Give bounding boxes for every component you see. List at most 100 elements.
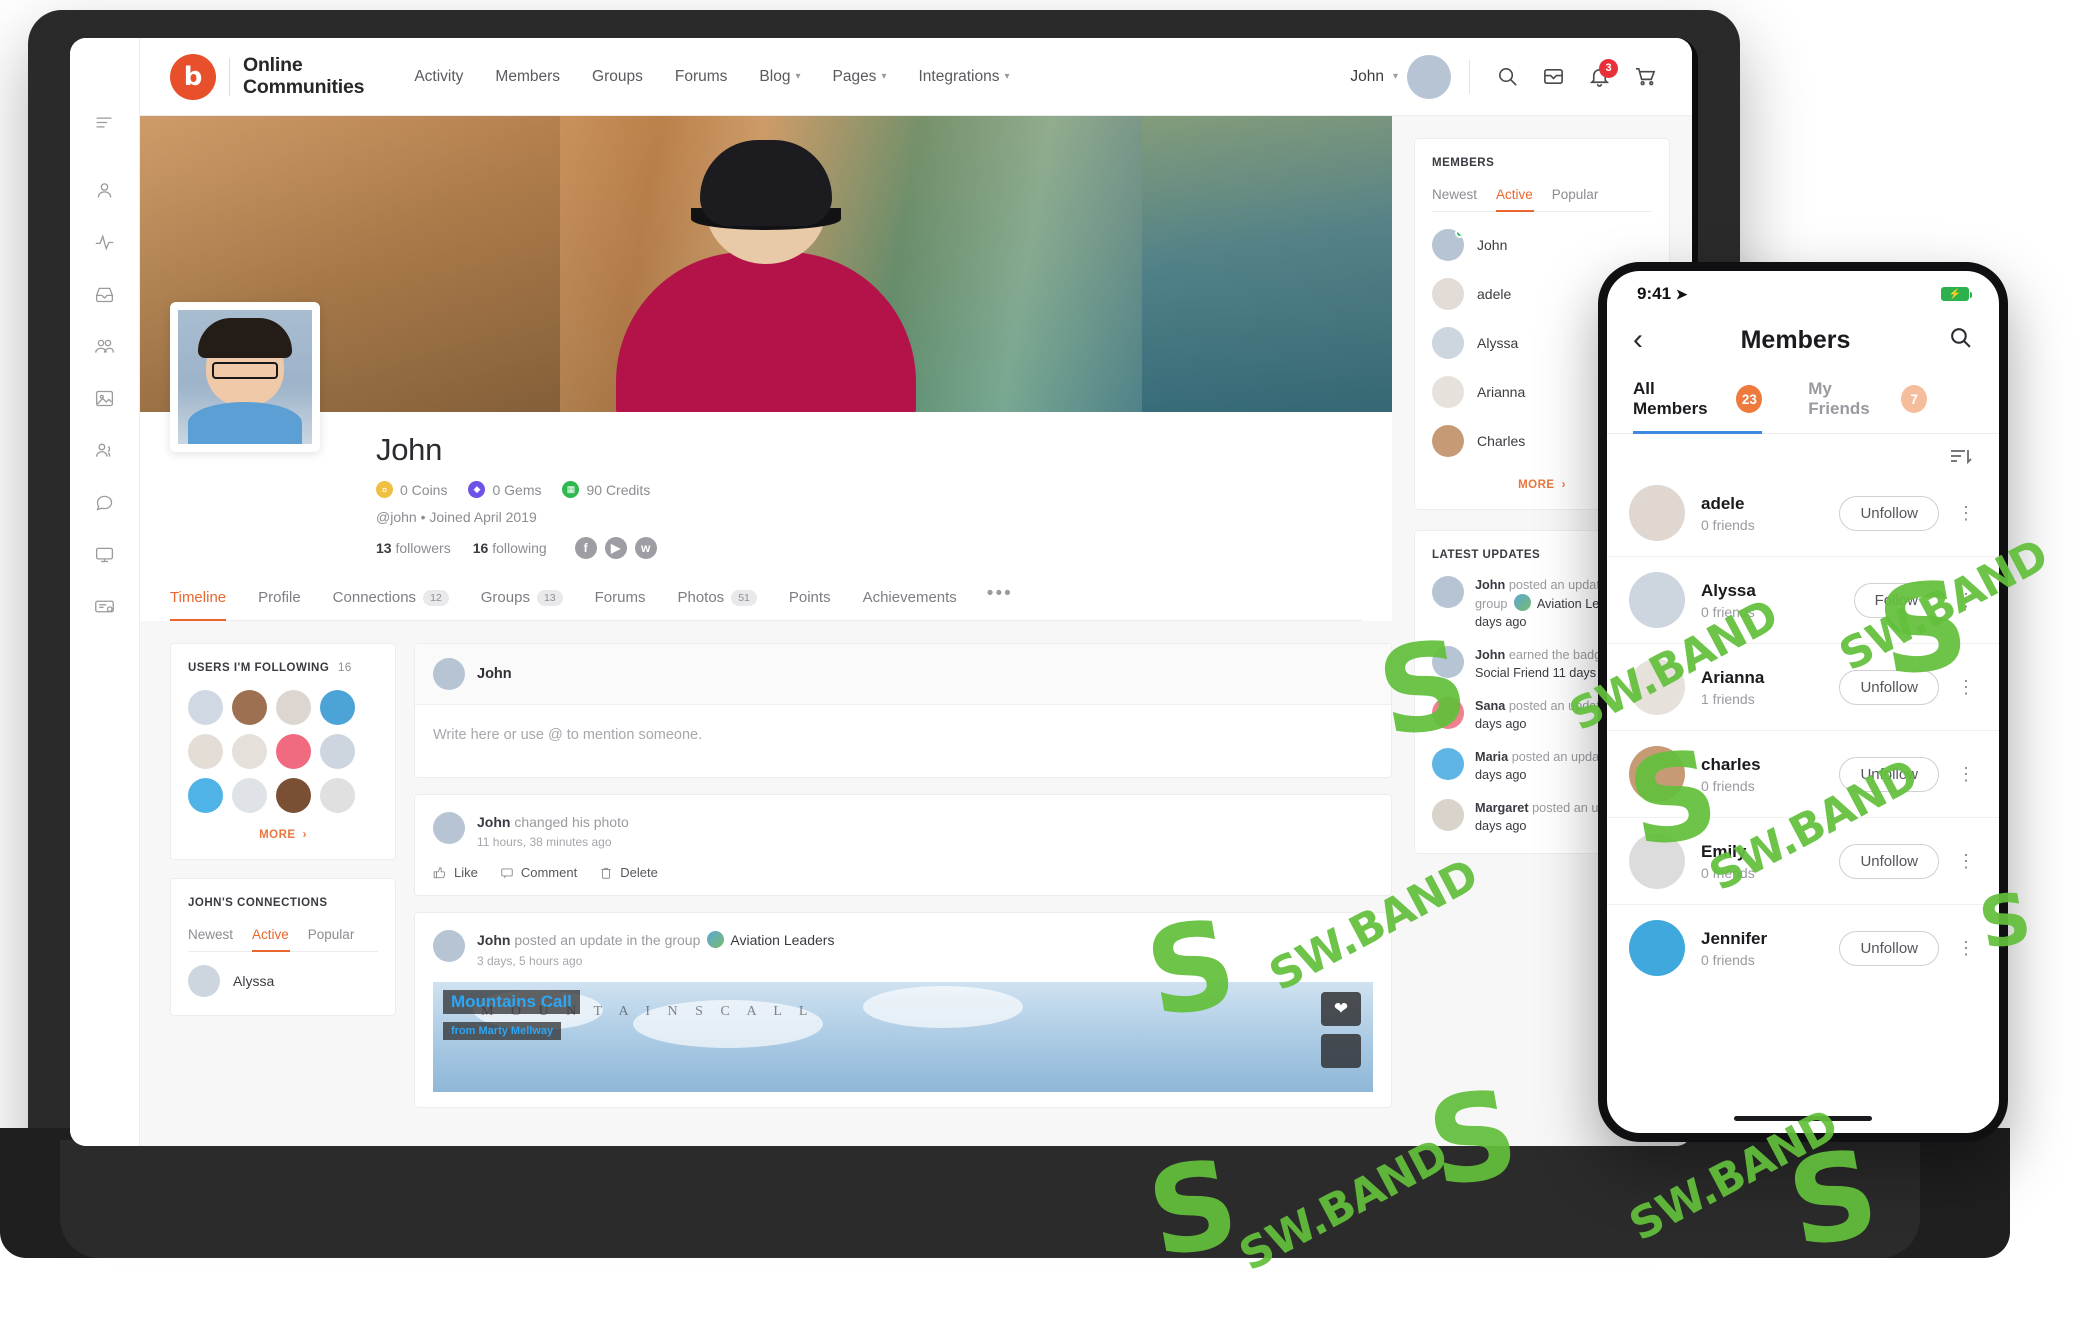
post-author[interactable]: John <box>477 932 510 948</box>
nav-item-groups[interactable]: Groups <box>576 60 659 94</box>
following-stat[interactable]: 16 following <box>473 540 547 556</box>
tab-popular[interactable]: Popular <box>308 923 366 951</box>
avatar[interactable] <box>188 690 223 725</box>
list-item[interactable]: charles 0 friends Unfollow ⋮ <box>1607 731 1999 818</box>
bell-icon[interactable]: 3 <box>1576 54 1622 100</box>
list-item[interactable]: John <box>1432 212 1652 261</box>
list-item[interactable]: Jennifer 0 friends Unfollow ⋮ <box>1607 905 1999 991</box>
avatar[interactable] <box>320 690 355 725</box>
update-author[interactable]: Sana <box>1475 699 1505 713</box>
tab-newest[interactable]: Newest <box>1432 183 1488 211</box>
media-action-button[interactable] <box>1321 1033 1361 1068</box>
profile-icon[interactable] <box>85 170 125 210</box>
avatar[interactable] <box>433 812 465 844</box>
tab-forums[interactable]: Forums <box>579 579 662 620</box>
update-author[interactable]: Maria <box>1475 750 1508 764</box>
inbox-icon[interactable] <box>85 274 125 314</box>
avatar[interactable] <box>320 734 355 769</box>
comment-button[interactable]: Comment <box>500 865 577 880</box>
avatar[interactable] <box>433 930 465 963</box>
phone-sort-control[interactable] <box>1607 434 1999 470</box>
cart-icon[interactable] <box>1622 54 1668 100</box>
tab-all-members[interactable]: All Members 23 <box>1633 373 1763 434</box>
avatar[interactable] <box>232 734 267 769</box>
certificate-icon[interactable] <box>85 586 125 626</box>
update-author[interactable]: Margaret <box>1475 801 1529 815</box>
tab-photos[interactable]: Photos 51 <box>661 579 772 620</box>
tab-achievements[interactable]: Achievements <box>847 579 973 620</box>
more-vertical-icon[interactable]: ⋮ <box>1955 591 1977 609</box>
profile-avatar[interactable] <box>170 302 320 452</box>
tabs-overflow-button[interactable]: ••• <box>973 583 1023 617</box>
follow-toggle-button[interactable]: Unfollow <box>1839 843 1939 879</box>
list-item[interactable]: adele 0 friends Unfollow ⋮ <box>1607 470 1999 557</box>
twitter-icon[interactable]: w <box>634 537 657 559</box>
list-item[interactable]: Alyssa 0 friends Follow ⋮ <box>1607 557 1999 644</box>
avatar[interactable] <box>320 778 355 813</box>
screen-icon[interactable] <box>85 534 125 574</box>
nav-item-integrations[interactable]: Integrations ▾ <box>902 60 1025 94</box>
menu-icon[interactable] <box>85 102 125 142</box>
inbox-icon[interactable] <box>1530 54 1576 100</box>
delete-button[interactable]: Delete <box>599 865 658 880</box>
follow-toggle-button[interactable]: Unfollow <box>1839 669 1939 705</box>
avatar[interactable] <box>1407 54 1451 99</box>
search-icon[interactable] <box>1948 325 1973 355</box>
nav-item-members[interactable]: Members <box>479 60 576 94</box>
user-menu[interactable]: John ▾ <box>1350 54 1467 99</box>
more-vertical-icon[interactable]: ⋮ <box>1955 939 1977 957</box>
tab-newest[interactable]: Newest <box>188 923 244 951</box>
nav-item-forums[interactable]: Forums <box>659 60 744 94</box>
follow-toggle-button[interactable]: Unfollow <box>1839 930 1939 966</box>
tab-groups[interactable]: Groups 13 <box>465 579 579 620</box>
following-more-link[interactable]: MORE › <box>188 829 378 841</box>
tab-active[interactable]: Active <box>252 923 300 952</box>
nav-item-activity[interactable]: Activity <box>398 60 479 94</box>
composer-input[interactable]: Write here or use @ to mention someone. <box>415 705 1391 777</box>
followers-stat[interactable]: 13 followers <box>376 540 451 556</box>
youtube-icon[interactable]: ▶ <box>604 537 627 559</box>
list-item[interactable]: Emily 0 friends Unfollow ⋮ <box>1607 818 1999 905</box>
tab-profile[interactable]: Profile <box>242 579 317 620</box>
avatar[interactable] <box>232 778 267 813</box>
update-author[interactable]: John <box>1475 578 1505 592</box>
post-group-link[interactable]: Aviation Leaders <box>730 932 834 948</box>
list-item[interactable]: Alyssa <box>188 952 378 997</box>
friends-icon[interactable] <box>85 430 125 470</box>
photos-icon[interactable] <box>85 378 125 418</box>
avatar[interactable] <box>276 734 311 769</box>
follow-toggle-button[interactable]: Follow <box>1853 582 1939 618</box>
more-vertical-icon[interactable]: ⋮ <box>1955 504 1977 522</box>
tab-connections[interactable]: Connections 12 <box>317 579 465 620</box>
more-vertical-icon[interactable]: ⋮ <box>1955 765 1977 783</box>
avatar[interactable] <box>188 734 223 769</box>
more-vertical-icon[interactable]: ⋮ <box>1955 678 1977 696</box>
search-icon[interactable] <box>1484 54 1530 100</box>
avatar[interactable] <box>232 690 267 725</box>
facebook-icon[interactable]: f <box>574 537 597 559</box>
nav-item-blog[interactable]: Blog ▾ <box>743 60 816 94</box>
heart-icon[interactable]: ❤ <box>1321 991 1361 1026</box>
post-media[interactable]: Mountains Call M O U N T A I N S C A L L… <box>433 981 1373 1092</box>
tab-popular[interactable]: Popular <box>1552 183 1610 211</box>
follow-toggle-button[interactable]: Unfollow <box>1839 756 1939 792</box>
nav-item-pages[interactable]: Pages ▾ <box>816 60 902 94</box>
list-item[interactable]: Arianna 1 friends Unfollow ⋮ <box>1607 644 1999 731</box>
avatar[interactable] <box>276 690 311 725</box>
more-vertical-icon[interactable]: ⋮ <box>1955 852 1977 870</box>
avatar[interactable] <box>188 778 223 813</box>
like-button[interactable]: Like <box>433 865 478 880</box>
follow-toggle-button[interactable]: Unfollow <box>1839 495 1939 531</box>
messages-icon[interactable] <box>85 482 125 522</box>
activity-icon[interactable] <box>85 222 125 262</box>
update-author[interactable]: John <box>1475 648 1505 662</box>
brand-logo[interactable]: b Online Communities <box>170 53 365 100</box>
tab-timeline[interactable]: Timeline <box>170 579 242 621</box>
chevron-left-icon[interactable]: ‹ <box>1633 325 1643 355</box>
post-author[interactable]: John <box>477 814 510 830</box>
tab-points[interactable]: Points <box>773 579 847 620</box>
tab-my-friends[interactable]: My Friends 7 <box>1808 373 1927 433</box>
tab-active[interactable]: Active <box>1496 183 1544 212</box>
groups-icon[interactable] <box>85 326 125 366</box>
avatar[interactable] <box>276 778 311 813</box>
